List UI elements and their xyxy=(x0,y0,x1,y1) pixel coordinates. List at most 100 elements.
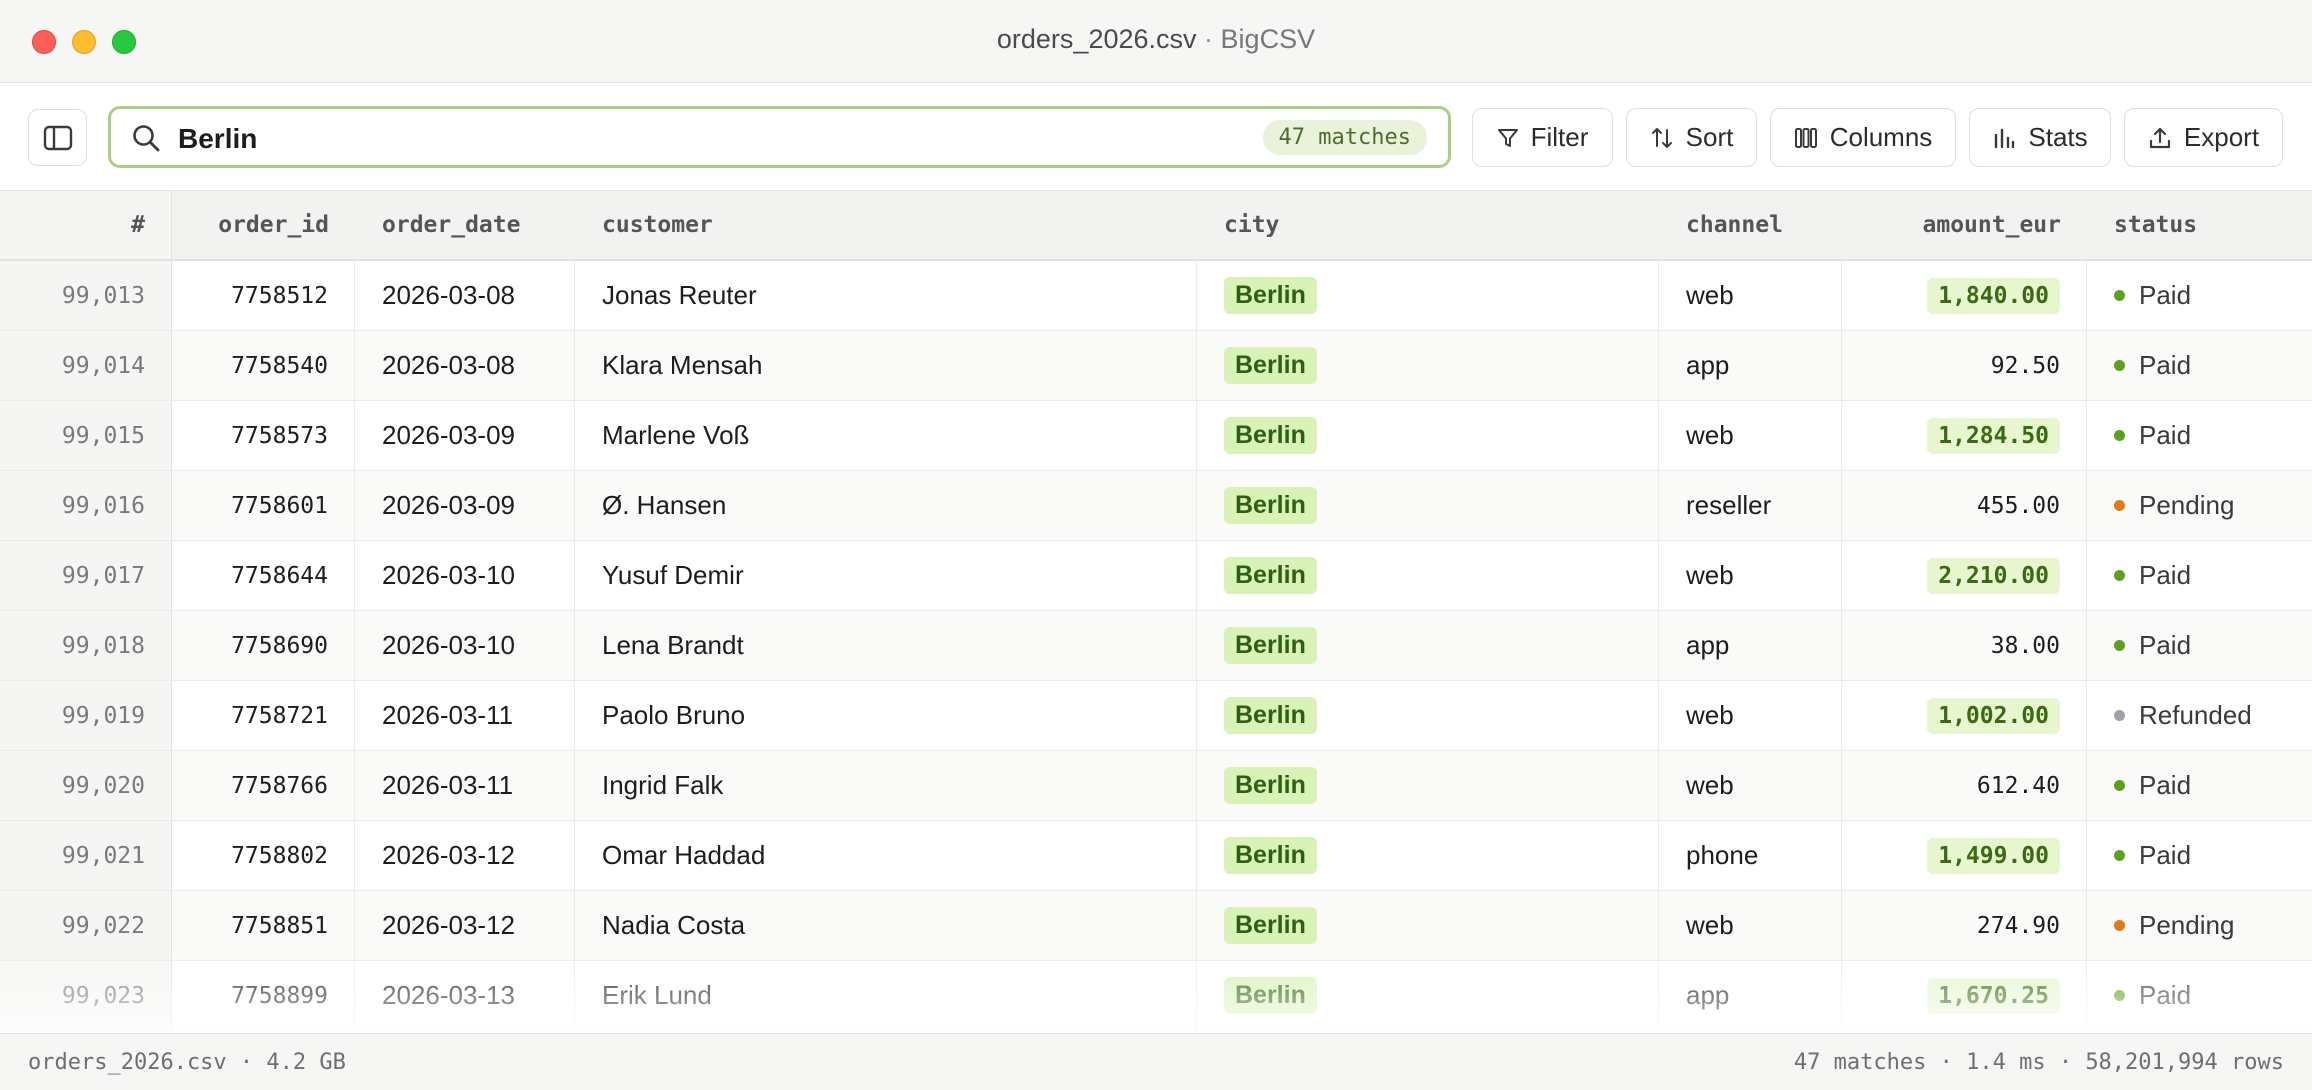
row-index[interactable]: 99,023 xyxy=(0,961,172,1030)
columns-button[interactable]: Columns xyxy=(1770,108,1956,167)
cell-order-date[interactable]: 2026-03-09 xyxy=(355,401,575,470)
table-row[interactable]: 99,022 7758851 2026-03-12 Nadia Costa Berlin… xyxy=(0,891,2312,961)
cell-order-id[interactable]: 7758573 xyxy=(172,401,355,470)
cell-amount[interactable]: 274.90 xyxy=(1842,891,2087,960)
table-row[interactable]: 99,021 7758802 2026-03-12 Omar Haddad Berlin… xyxy=(0,821,2312,891)
cell-channel[interactable]: app xyxy=(1659,611,1842,680)
cell-amount[interactable]: 38.00 xyxy=(1842,611,2087,680)
cell-order-id[interactable]: 7758899 xyxy=(172,961,355,1030)
sort-button[interactable]: Sort xyxy=(1626,108,1757,167)
export-button[interactable]: Export xyxy=(2124,108,2283,167)
table-row[interactable]: 99,014 7758540 2026-03-08 Klara Mensah Berli… xyxy=(0,331,2312,401)
cell-customer[interactable]: Paolo Bruno xyxy=(575,681,1197,750)
column-header-index[interactable]: # xyxy=(0,191,172,259)
cell-order-date[interactable]: 2026-03-08 xyxy=(355,331,575,400)
cell-order-date[interactable]: 2026-03-12 xyxy=(355,891,575,960)
cell-amount[interactable]: 2,210.00 xyxy=(1842,541,2087,610)
cell-city[interactable]: Berlin xyxy=(1197,961,1659,1030)
column-header-order-id[interactable]: order_id xyxy=(172,191,355,259)
table-row[interactable]: 99,019 7758721 2026-03-11 Paolo Bruno Berlin… xyxy=(0,681,2312,751)
cell-customer[interactable]: Lena Brandt xyxy=(575,611,1197,680)
row-index[interactable]: 99,015 xyxy=(0,401,172,470)
row-index[interactable]: 99,016 xyxy=(0,471,172,540)
cell-city[interactable]: Berlin xyxy=(1197,471,1659,540)
cell-channel[interactable]: reseller xyxy=(1659,471,1842,540)
column-header-customer[interactable]: customer xyxy=(575,191,1197,259)
cell-channel[interactable]: web xyxy=(1659,891,1842,960)
cell-order-id[interactable]: 7758512 xyxy=(172,261,355,330)
cell-customer[interactable]: Nadia Costa xyxy=(575,891,1197,960)
cell-status[interactable]: Paid xyxy=(2087,611,2312,680)
cell-order-id[interactable]: 7758601 xyxy=(172,471,355,540)
search-input[interactable]: Berlin xyxy=(178,123,257,155)
cell-customer[interactable]: Omar Haddad xyxy=(575,821,1197,890)
cell-channel[interactable]: web xyxy=(1659,401,1842,470)
cell-status[interactable]: Paid xyxy=(2087,261,2312,330)
table-row[interactable]: 99,015 7758573 2026-03-09 Marlene Voß Berlin… xyxy=(0,401,2312,471)
cell-order-date[interactable]: 2026-03-09 xyxy=(355,471,575,540)
cell-channel[interactable]: web xyxy=(1659,751,1842,820)
row-index[interactable]: 99,014 xyxy=(0,331,172,400)
cell-status[interactable]: Pending xyxy=(2087,891,2312,960)
row-index[interactable]: 99,022 xyxy=(0,891,172,960)
cell-order-date[interactable]: 2026-03-11 xyxy=(355,751,575,820)
row-index[interactable]: 99,018 xyxy=(0,611,172,680)
cell-city[interactable]: Berlin xyxy=(1197,331,1659,400)
cell-status[interactable]: Paid xyxy=(2087,541,2312,610)
column-header-order-date[interactable]: order_date xyxy=(355,191,575,259)
row-index[interactable]: 99,013 xyxy=(0,261,172,330)
cell-customer[interactable]: Marlene Voß xyxy=(575,401,1197,470)
cell-order-id[interactable]: 7758766 xyxy=(172,751,355,820)
column-header-city[interactable]: city xyxy=(1197,191,1659,259)
sidebar-toggle-button[interactable] xyxy=(28,109,87,166)
cell-order-id[interactable]: 7758851 xyxy=(172,891,355,960)
cell-status[interactable]: Paid xyxy=(2087,751,2312,820)
cell-order-id[interactable]: 7758690 xyxy=(172,611,355,680)
cell-status[interactable]: Refunded xyxy=(2087,681,2312,750)
cell-amount[interactable]: 612.40 xyxy=(1842,751,2087,820)
table-row[interactable]: 99,020 7758766 2026-03-11 Ingrid Falk Berlin… xyxy=(0,751,2312,821)
cell-order-id[interactable]: 7758721 xyxy=(172,681,355,750)
filter-button[interactable]: Filter xyxy=(1472,108,1613,167)
table-row[interactable]: 99,023 7758899 2026-03-13 Erik Lund Berlin ap… xyxy=(0,961,2312,1031)
cell-amount[interactable]: 1,670.25 xyxy=(1842,961,2087,1030)
cell-status[interactable]: Pending xyxy=(2087,471,2312,540)
cell-amount[interactable]: 1,284.50 xyxy=(1842,401,2087,470)
row-index[interactable]: 99,020 xyxy=(0,751,172,820)
cell-amount[interactable]: 1,002.00 xyxy=(1842,681,2087,750)
cell-city[interactable]: Berlin xyxy=(1197,261,1659,330)
stats-button[interactable]: Stats xyxy=(1969,108,2111,167)
cell-city[interactable]: Berlin xyxy=(1197,611,1659,680)
cell-city[interactable]: Berlin xyxy=(1197,751,1659,820)
cell-status[interactable]: Paid xyxy=(2087,821,2312,890)
row-index[interactable]: 99,019 xyxy=(0,681,172,750)
table-row[interactable]: 99,018 7758690 2026-03-10 Lena Brandt Berlin… xyxy=(0,611,2312,681)
cell-order-date[interactable]: 2026-03-10 xyxy=(355,611,575,680)
cell-amount[interactable]: 455.00 xyxy=(1842,471,2087,540)
cell-city[interactable]: Berlin xyxy=(1197,401,1659,470)
table-row[interactable]: 99,016 7758601 2026-03-09 Ø. Hansen Berlin re… xyxy=(0,471,2312,541)
table-row[interactable]: 99,013 7758512 2026-03-08 Jonas Reuter Berli… xyxy=(0,261,2312,331)
cell-city[interactable]: Berlin xyxy=(1197,821,1659,890)
cell-customer[interactable]: Ingrid Falk xyxy=(575,751,1197,820)
column-header-amount-eur[interactable]: amount_eur xyxy=(1842,191,2087,259)
cell-order-date[interactable]: 2026-03-11 xyxy=(355,681,575,750)
cell-city[interactable]: Berlin xyxy=(1197,891,1659,960)
cell-order-id[interactable]: 7758540 xyxy=(172,331,355,400)
cell-order-date[interactable]: 2026-03-13 xyxy=(355,961,575,1030)
cell-channel[interactable]: web xyxy=(1659,681,1842,750)
cell-channel[interactable]: web xyxy=(1659,261,1842,330)
cell-customer[interactable]: Klara Mensah xyxy=(575,331,1197,400)
cell-order-date[interactable]: 2026-03-12 xyxy=(355,821,575,890)
cell-customer[interactable]: Jonas Reuter xyxy=(575,261,1197,330)
cell-status[interactable]: Paid xyxy=(2087,401,2312,470)
cell-order-id[interactable]: 7758802 xyxy=(172,821,355,890)
cell-status[interactable]: Paid xyxy=(2087,331,2312,400)
cell-order-date[interactable]: 2026-03-10 xyxy=(355,541,575,610)
cell-customer[interactable]: Ø. Hansen xyxy=(575,471,1197,540)
search-field[interactable]: Berlin 47 matches xyxy=(108,106,1451,168)
cell-customer[interactable]: Yusuf Demir xyxy=(575,541,1197,610)
cell-amount[interactable]: 1,840.00 xyxy=(1842,261,2087,330)
row-index[interactable]: 99,017 xyxy=(0,541,172,610)
cell-order-id[interactable]: 7758644 xyxy=(172,541,355,610)
